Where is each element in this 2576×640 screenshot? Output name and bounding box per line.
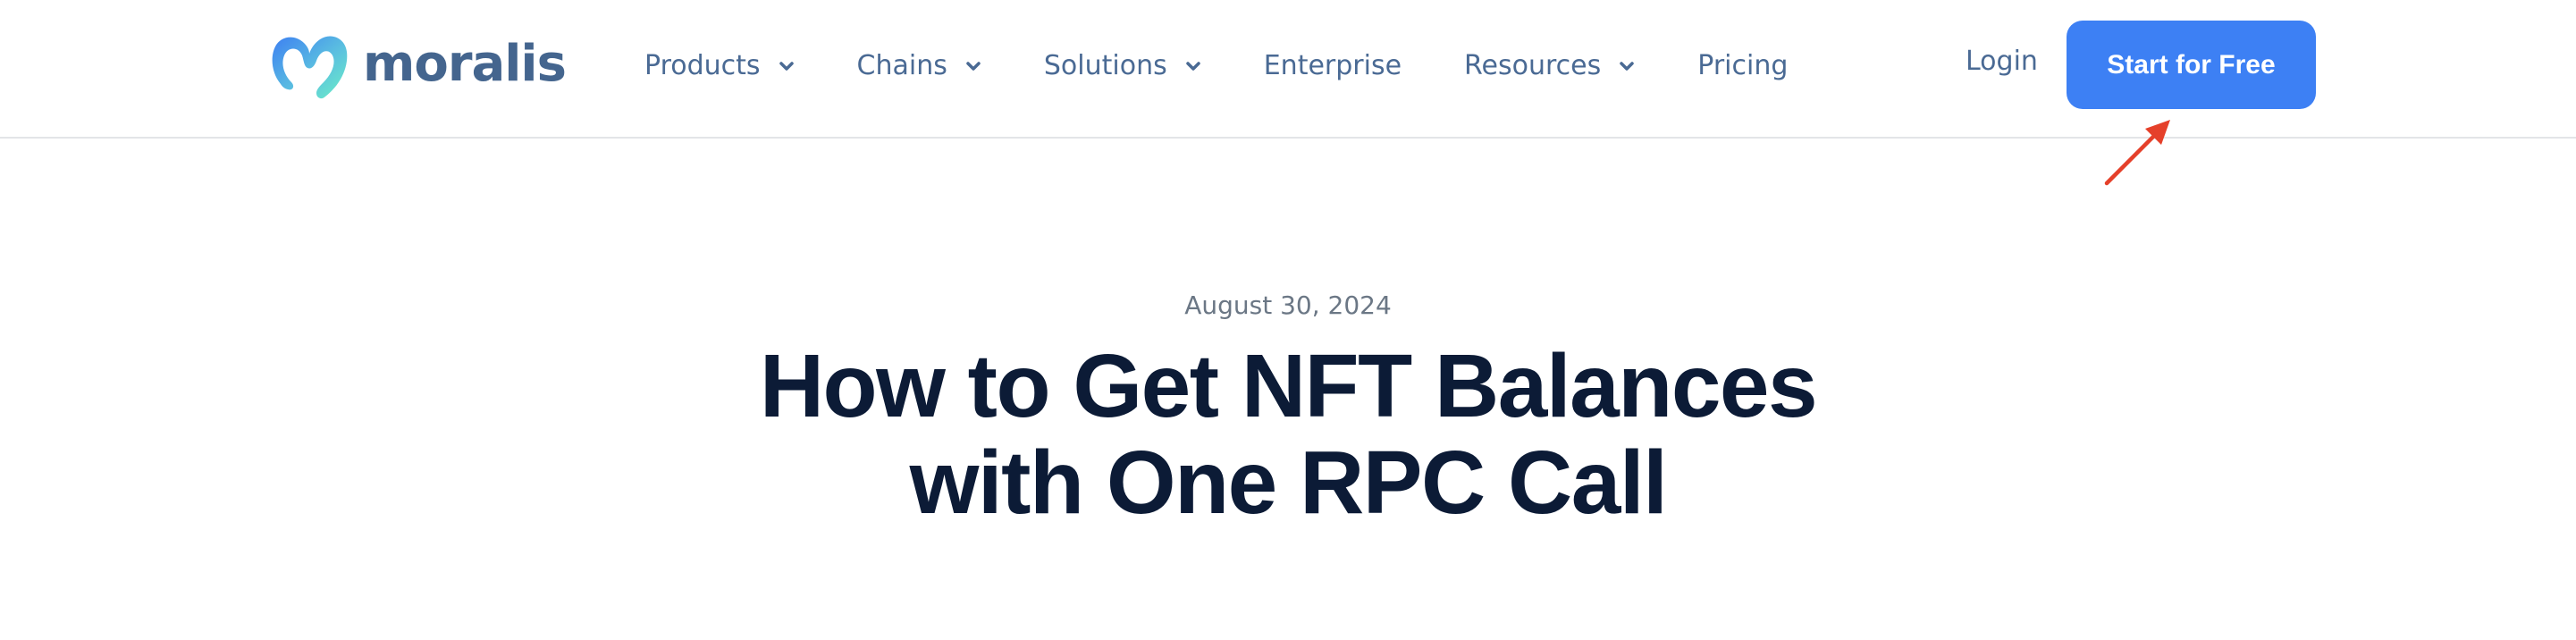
nav-item-resources[interactable]: Resources bbox=[1464, 53, 1635, 80]
main-nav: Products Chains Solutions Enterprise Res… bbox=[644, 45, 1788, 88]
moralis-logo[interactable]: moralis bbox=[268, 30, 567, 102]
nav-item-label: Enterprise bbox=[1263, 50, 1402, 81]
nav-item-label: Pricing bbox=[1697, 50, 1789, 81]
post-title: How to Get NFT Balances with One RPC Cal… bbox=[0, 338, 2576, 531]
chevron-down-icon bbox=[1620, 62, 1635, 71]
nav-item-solutions[interactable]: Solutions bbox=[1044, 53, 1201, 80]
site-header: moralis Products Chains Solutions Enterp… bbox=[0, 0, 2576, 139]
post-date: August 30, 2024 bbox=[1184, 291, 1392, 320]
nav-item-enterprise[interactable]: Enterprise bbox=[1264, 53, 1402, 80]
start-for-free-button[interactable]: Start for Free bbox=[2067, 21, 2316, 109]
nav-item-label: Chains bbox=[856, 50, 947, 81]
chevron-down-icon bbox=[966, 62, 981, 71]
post-title-line: with One RPC Call bbox=[909, 433, 1668, 533]
logo-wordmark: moralis bbox=[363, 35, 567, 93]
chevron-down-icon bbox=[1185, 62, 1200, 71]
login-link[interactable]: Login bbox=[1966, 48, 2038, 75]
nav-item-pricing[interactable]: Pricing bbox=[1697, 53, 1788, 80]
nav-item-label: Resources bbox=[1464, 50, 1602, 81]
moralis-logo-icon bbox=[272, 36, 348, 99]
nav-item-label: Solutions bbox=[1043, 50, 1167, 81]
nav-item-chains[interactable]: Chains bbox=[857, 53, 981, 80]
nav-item-label: Products bbox=[644, 50, 761, 81]
chevron-down-icon bbox=[779, 62, 794, 71]
nav-item-products[interactable]: Products bbox=[644, 53, 795, 80]
post-title-line: How to Get NFT Balances bbox=[759, 336, 1818, 436]
